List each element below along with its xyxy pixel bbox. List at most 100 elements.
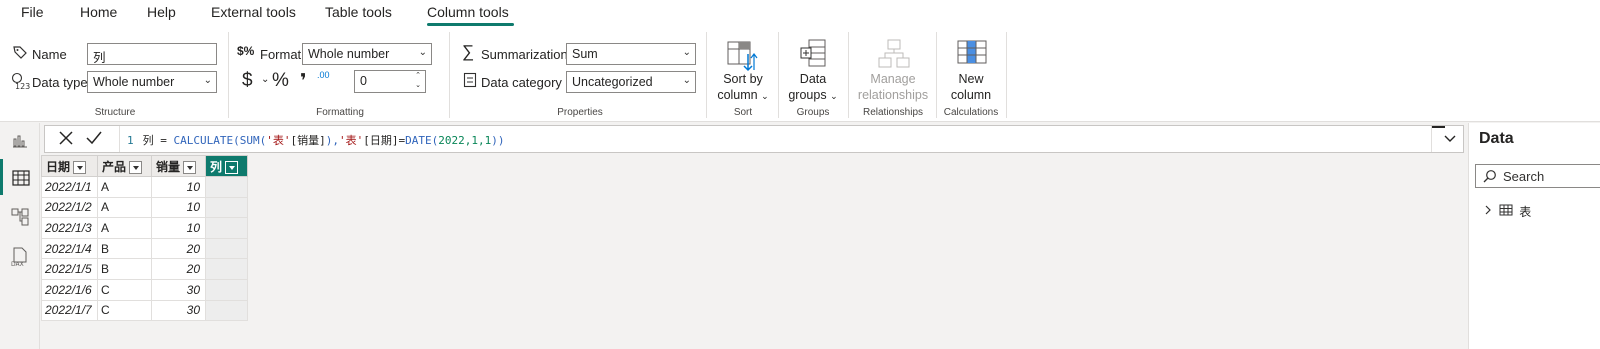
data-category-label: Data category: [481, 75, 562, 90]
ribbon: Name 列 123 Data type Whole number ⌄ Struc…: [0, 26, 1600, 122]
cell-product[interactable]: C: [97, 278, 152, 301]
comma-button[interactable]: ❜: [300, 70, 307, 93]
svg-text:DAX: DAX: [11, 261, 24, 267]
cell-sales[interactable]: 20: [151, 258, 206, 280]
format-icon: $%: [237, 44, 255, 58]
dax-query-view-icon[interactable]: DAX: [11, 247, 29, 270]
name-input[interactable]: 列: [87, 43, 217, 65]
table-row: 2022/1/4 B 20: [41, 237, 248, 260]
cell-sales[interactable]: 10: [151, 217, 206, 239]
chevron-down-icon: ⌄: [203, 75, 212, 86]
tree-item-table[interactable]: 表: [1483, 203, 1531, 220]
divider: [778, 32, 779, 118]
filter-dropdown-icon[interactable]: [73, 160, 87, 174]
cell-date[interactable]: 2022/1/2: [41, 196, 98, 219]
group-label-calculations: Calculations: [943, 107, 999, 118]
cancel-icon[interactable]: [57, 129, 75, 150]
format-label: Format: [260, 47, 302, 62]
filter-dropdown-icon[interactable]: [129, 160, 143, 174]
commit-icon[interactable]: [85, 129, 103, 150]
decimal-places-input[interactable]: 0 ⌃ ⌄: [354, 70, 426, 93]
filter-dropdown-icon[interactable]: [225, 160, 239, 174]
manage-relationships-icon: [878, 39, 910, 72]
manage-relationships-button[interactable]: Manage relationships: [853, 71, 933, 103]
cell-date[interactable]: 2022/1/1: [41, 176, 98, 198]
formula-input[interactable]: 1列 = CALCULATE(SUM('表'[销量]),'表'[日期]=DATE…: [127, 132, 504, 148]
name-label: Name: [32, 47, 67, 62]
cell-date[interactable]: 2022/1/3: [41, 217, 98, 239]
data-category-select[interactable]: Uncategorized ⌄: [566, 71, 696, 93]
cell-product[interactable]: A: [97, 217, 152, 239]
currency-button[interactable]: $: [242, 70, 253, 92]
cell-date[interactable]: 2022/1/6: [41, 278, 98, 301]
formula-eq: =: [153, 134, 174, 147]
divider: [706, 32, 707, 118]
menu-home[interactable]: Home: [80, 4, 117, 20]
chevron-right-icon[interactable]: [1483, 204, 1493, 219]
data-type-icon: 123: [11, 72, 31, 93]
menu-help[interactable]: Help: [147, 4, 176, 20]
search-icon: [1483, 169, 1497, 186]
spinner-icon[interactable]: ⌃ ⌄: [415, 71, 421, 91]
sort-by-column-button[interactable]: Sort by column ⌄: [713, 71, 773, 104]
expand-formula-icon[interactable]: [1443, 132, 1457, 149]
menu-table-tools[interactable]: Table tools: [325, 4, 392, 20]
formula-col-ref: [日期]: [363, 134, 399, 147]
cell-calculated[interactable]: [205, 176, 248, 198]
cell-product[interactable]: B: [97, 258, 152, 280]
cell-calculated[interactable]: [205, 278, 248, 301]
cell-calculated[interactable]: [205, 217, 248, 239]
filter-dropdown-icon[interactable]: [183, 160, 197, 174]
data-pane-search[interactable]: Search: [1475, 164, 1600, 188]
decimals-button[interactable]: .00: [317, 70, 330, 80]
chevron-down-icon[interactable]: ⌄: [261, 74, 269, 85]
table-header-row: 日期 产品 销量 列: [41, 155, 248, 177]
cell-date[interactable]: 2022/1/5: [41, 258, 98, 280]
divider: [1431, 126, 1432, 152]
cell-date[interactable]: 2022/1/7: [41, 299, 98, 322]
table-view-icon[interactable]: [12, 170, 30, 189]
summarization-select[interactable]: Sum ⌄: [566, 43, 696, 65]
column-header-sales[interactable]: 销量: [151, 155, 206, 177]
report-view-icon[interactable]: [12, 132, 28, 151]
data-groups-button[interactable]: Data groups ⌄: [785, 71, 841, 104]
cell-product[interactable]: B: [97, 237, 152, 260]
sigma-icon: ∑: [462, 42, 475, 61]
menu-external-tools[interactable]: External tools: [211, 4, 296, 20]
summarization-label: Summarization: [481, 47, 568, 62]
table-row: 2022/1/7 C 30: [41, 299, 248, 322]
data-type-select[interactable]: Whole number ⌄: [87, 71, 217, 93]
cell-calculated[interactable]: [205, 196, 248, 219]
new-column-button[interactable]: New column: [940, 71, 1002, 103]
cell-product[interactable]: C: [97, 299, 152, 322]
cell-date[interactable]: 2022/1/4: [41, 237, 98, 260]
percent-button[interactable]: %: [272, 70, 289, 92]
format-select[interactable]: Whole number ⌄: [302, 43, 432, 65]
group-label-sort: Sort: [733, 107, 753, 118]
cell-sales[interactable]: 10: [151, 176, 206, 198]
formula-column-name: 列: [142, 134, 154, 147]
cell-calculated[interactable]: [205, 258, 248, 280]
column-header-product[interactable]: 产品: [97, 155, 152, 177]
cell-product[interactable]: A: [97, 176, 152, 198]
menu-column-tools[interactable]: Column tools: [427, 4, 509, 20]
cell-calculated[interactable]: [205, 237, 248, 260]
cell-sales[interactable]: 30: [151, 299, 206, 322]
cell-sales[interactable]: 20: [151, 237, 206, 260]
chevron-down-icon: ⌄: [682, 47, 691, 58]
menu-file[interactable]: File: [21, 4, 44, 20]
cell-calculated[interactable]: [205, 299, 248, 322]
group-label-properties: Properties: [557, 107, 603, 118]
chevron-down-icon: ⌄: [761, 91, 769, 101]
cell-product[interactable]: A: [97, 196, 152, 219]
model-view-icon[interactable]: [11, 208, 29, 229]
chevron-down-icon: ⌄: [682, 75, 691, 86]
tree-item-label: 表: [1519, 205, 1532, 220]
formula-sep: ),: [325, 134, 339, 147]
column-header-date[interactable]: 日期: [41, 155, 98, 177]
cell-sales[interactable]: 10: [151, 196, 206, 219]
new-column-icon: [957, 40, 987, 69]
table-row: 2022/1/3 A 10: [41, 217, 248, 239]
cell-sales[interactable]: 30: [151, 278, 206, 301]
column-header-calculated[interactable]: 列: [205, 155, 248, 177]
